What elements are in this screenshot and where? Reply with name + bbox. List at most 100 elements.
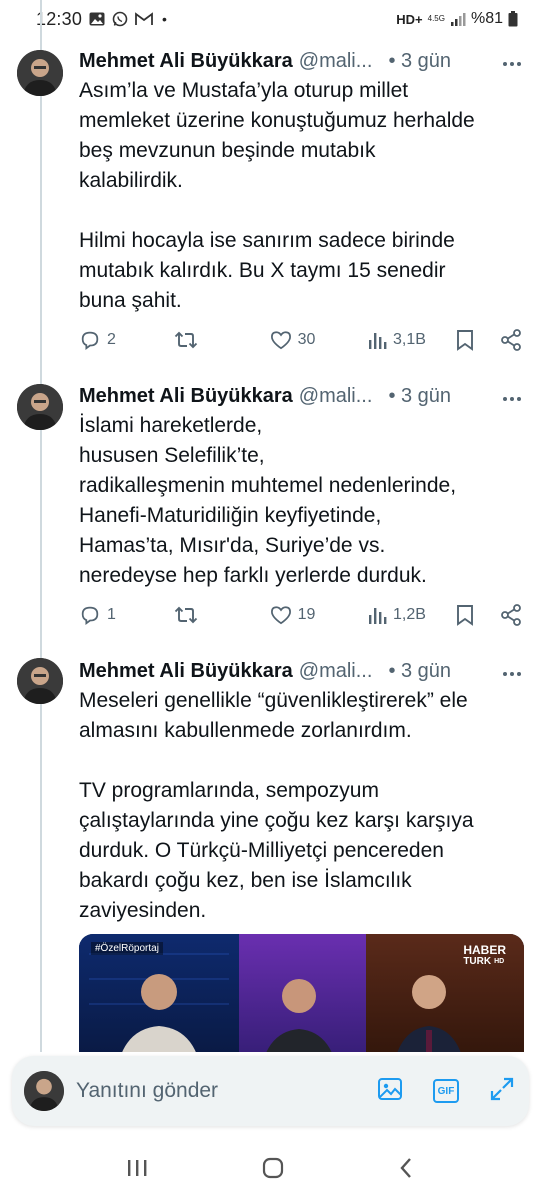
image-attach-icon[interactable] [377,1076,403,1107]
system-navigation-bar [0,1140,540,1200]
logo-top-text: HABER [463,943,506,957]
tweet-text: İslami hareketlerde, hususen Selefilik’t… [79,411,522,591]
like-button[interactable]: 30 [270,330,367,350]
heart-icon [270,606,291,625]
bookmark-icon [457,605,474,626]
reply-count: 1 [107,606,116,623]
tweet-text-line: neredeyse hep farklı yerlerde durduk. [79,564,427,587]
reply-composer-area: Yanıtını gönder GIF [0,1052,540,1138]
tweet-text-line: bakardı çoğu kez, ben ise İslamcılık [79,869,412,892]
author-avatar[interactable] [17,658,63,704]
back-icon[interactable] [398,1156,414,1185]
like-count: 30 [297,331,316,348]
views-chart-icon [368,333,387,349]
gif-label: GIF [437,1085,455,1097]
more-options-icon[interactable] [502,661,522,682]
tweet-text-line: zaviyesinden. [79,899,207,922]
tweet-header: Mehmet Ali Büyükkara @mali... • 3 gün [79,46,522,76]
more-options-icon[interactable] [502,51,522,72]
bookmark-icon [457,330,474,351]
share-icon [501,604,521,626]
gif-icon[interactable]: GIF [433,1079,459,1103]
heart-icon [270,331,291,350]
tweet-text-line: memleket üzerine konuştuğumuz herhalde [79,109,475,132]
battery-percent: %81 [470,10,503,27]
author-avatar[interactable] [17,384,63,430]
bookmark-button[interactable] [456,604,500,626]
retweet-icon [175,606,198,624]
tweet-header: Mehmet Ali Büyükkara @mali... • 3 gün [79,381,522,411]
like-count: 19 [297,606,316,623]
retweet-button[interactable] [174,604,269,626]
tweet-text-line: Hanefi-Maturidiliğin keyfiyetinde, [79,504,382,527]
author-handle[interactable]: @mali... [299,50,373,73]
signal-icon [450,12,466,26]
status-time: 12:30 [36,8,83,29]
author-avatar[interactable] [17,50,63,96]
expand-icon[interactable] [489,1076,515,1107]
tweet-actions: 1 19 1,2B [79,600,522,630]
gmail-notification-icon [135,12,153,26]
share-icon [501,329,521,351]
tweet-text-line: almasını kabullenmede zorlanırdım. [79,719,412,742]
reply-input-placeholder[interactable]: Yanıtını gönder [76,1079,218,1103]
tweet-text-line: durduk. O Türkçü-Milliyetçi pencereden [79,839,444,862]
author-name[interactable]: Mehmet Ali Büyükkara [79,385,293,408]
tweet-text-line: kalabilirdik. [79,169,183,192]
network-hd-label: HD+ [396,11,423,27]
tweet-time[interactable]: • 3 gün [388,385,451,408]
reply-composer[interactable]: Yanıtını gönder GIF [12,1056,529,1126]
gallery-notification-icon [89,12,105,26]
tweet-text-line: Hamas’ta, Mısır'da, Suriye’de vs. [79,534,386,557]
tweet-text: Meseleri genellikle “güvenlikleştirerek”… [79,686,522,926]
retweet-icon [175,331,198,349]
tweet-text-line: Meseleri genellikle “güvenlikleştirerek”… [79,689,468,712]
reply-icon [81,331,99,350]
reply-count: 2 [107,331,116,348]
reply-icon [81,606,99,625]
views-chart-icon [368,608,387,624]
tweet-time[interactable]: • 3 gün [388,50,451,73]
tweet-header: Mehmet Ali Büyükkara @mali... • 3 gün [79,656,522,686]
reply-button[interactable]: 2 [79,329,174,351]
views-button[interactable]: 3,1B [367,330,456,350]
thread-connector-line [40,0,42,1070]
author-handle[interactable]: @mali... [299,385,373,408]
more-options-icon[interactable] [502,386,522,407]
author-name[interactable]: Mehmet Ali Büyükkara [79,660,293,683]
logo-hd-text: HD [494,958,505,965]
views-button[interactable]: 1,2B [367,605,456,625]
tweet-text-line: beş mevzunun beşinde mutabık [79,139,376,162]
media-hashtag-tag: #ÖzelRöportaj [91,942,163,955]
tweet-time[interactable]: • 3 gün [388,660,451,683]
haberturk-logo: HABER TURK HD [463,944,506,968]
logo-bottom-text: TURK [463,956,492,967]
home-icon[interactable] [261,1156,285,1185]
like-button[interactable]: 19 [270,605,367,625]
views-count: 3,1B [392,331,426,348]
whatsapp-notification-icon [112,11,128,27]
views-count: 1,2B [392,606,426,623]
share-button[interactable] [500,329,522,351]
tweet-text-line: mutabık kalırdık. Bu X taymı 15 senedir [79,259,446,282]
author-handle[interactable]: @mali... [299,660,373,683]
status-bar: 12:30 • HD+ 4.5G %81 [0,0,540,38]
reply-button[interactable]: 1 [79,604,174,626]
tweet-text-line: çalıştaylarında yine çoğu kez karşı karş… [79,809,474,832]
recent-apps-icon[interactable] [126,1158,148,1183]
author-name[interactable]: Mehmet Ali Büyükkara [79,50,293,73]
retweet-button[interactable] [174,329,269,351]
bookmark-button[interactable] [456,329,500,351]
battery-icon [508,11,518,27]
tweet-text-line: buna şahit. [79,289,182,312]
more-notifications-dot: • [162,11,167,27]
tweet-text: Asım’la ve Mustafa’yla oturup millet mem… [79,76,522,316]
tweet-text-line: radikalleşmenin muhtemel nedenlerinde, [79,474,457,497]
tweet-actions: 2 30 3,1B [79,325,522,355]
network-type-label: 4.5G [427,14,445,23]
share-button[interactable] [500,604,522,626]
tweet-text-line: hususen Selefilik’te, [79,444,265,467]
tweet-text-line: Hilmi hocayla ise sanırım sadece birinde [79,229,455,252]
user-avatar[interactable] [24,1071,64,1111]
tweet-text-line: TV programlarında, sempozyum [79,779,379,802]
